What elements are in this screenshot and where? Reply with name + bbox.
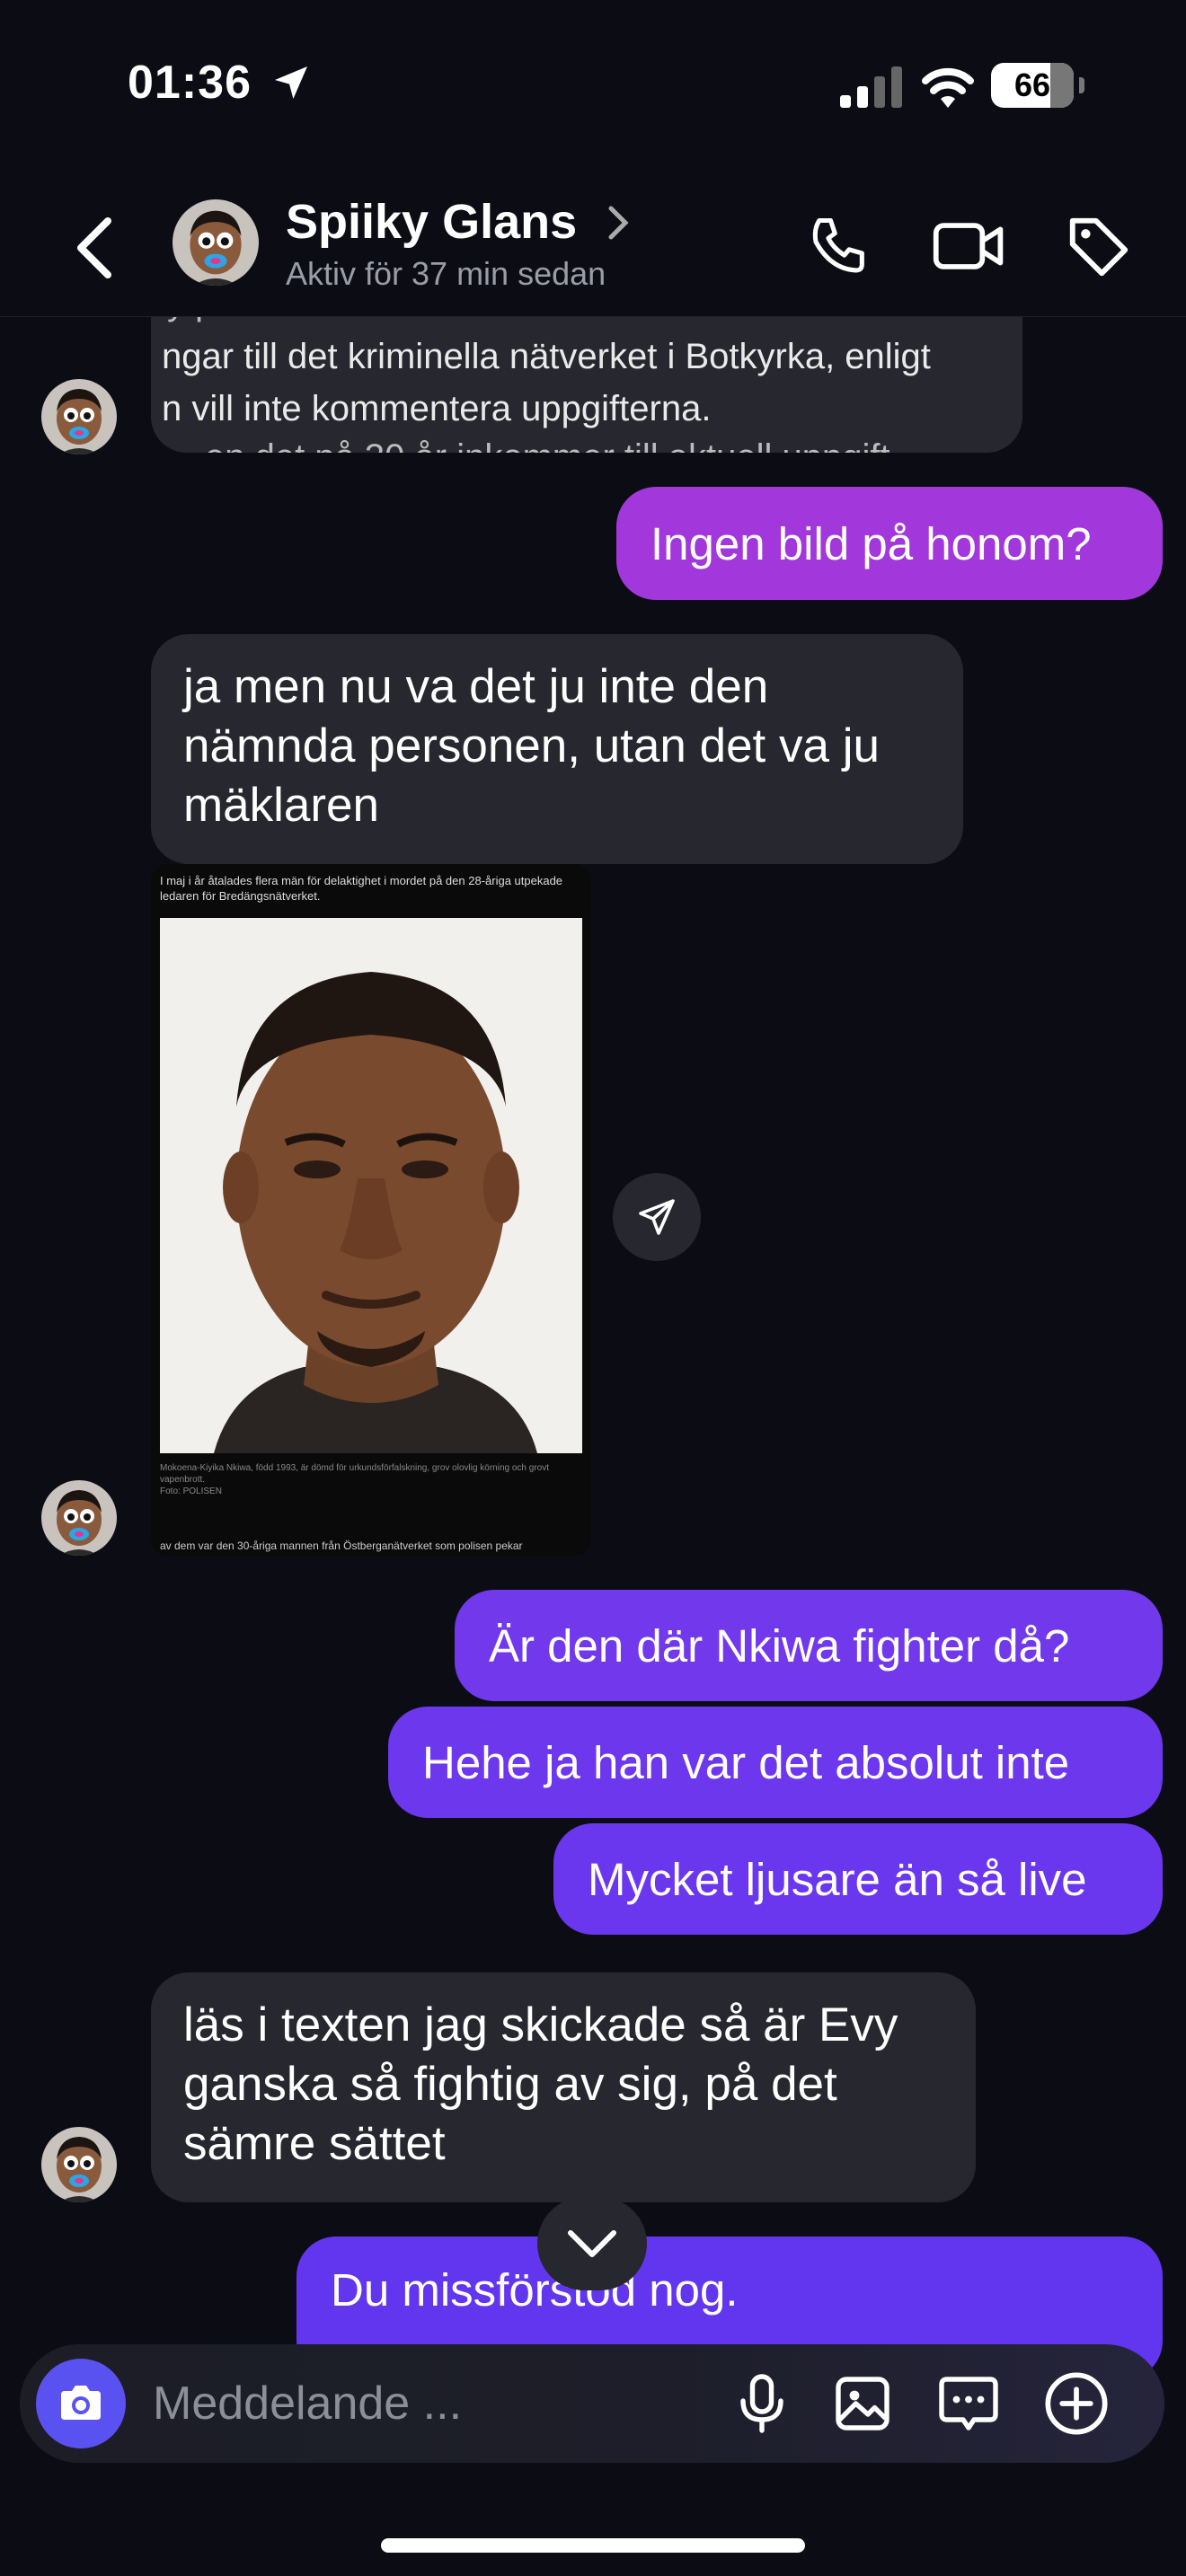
send-icon — [639, 1199, 675, 1235]
contact-avatar[interactable] — [173, 199, 259, 286]
microphone-icon[interactable] — [730, 2371, 794, 2436]
message-outgoing[interactable]: Mycket ljusare än så live — [553, 1823, 1163, 1935]
location-arrow-icon — [275, 66, 307, 99]
message-text: Är den där Nkiwa fighter då? — [489, 1619, 1070, 1672]
message-outgoing[interactable]: Är den där Nkiwa fighter då? — [455, 1590, 1163, 1701]
chevron-down-icon — [568, 2230, 616, 2257]
sender-avatar[interactable] — [41, 2127, 117, 2202]
gallery-icon[interactable] — [828, 2371, 897, 2436]
sender-avatar[interactable] — [41, 1480, 117, 1556]
message-outgoing[interactable]: Ingen bild på honom? — [616, 487, 1163, 600]
message-text: Hehe ja han var det absolut inte — [422, 1736, 1070, 1788]
article-line: n vill inte kommentera uppgifterna. — [162, 389, 712, 428]
wifi-icon — [922, 67, 974, 108]
scroll-to-bottom-button[interactable] — [537, 2197, 647, 2290]
message-text: Mycket ljusare än så live — [588, 1853, 1087, 1905]
message-text: ja men nu va det ju inte den nämnda pers… — [183, 660, 880, 832]
shared-article-preview[interactable]: y polisenstetebel ed ngar till det krimi… — [151, 316, 1022, 453]
article-line: ngar till det kriminella nätverket i Bot… — [162, 337, 931, 376]
message-text: Du missförstod nog. — [331, 2264, 739, 2316]
tag-icon[interactable] — [1064, 212, 1134, 282]
share-button[interactable] — [613, 1173, 701, 1261]
message-incoming[interactable]: ja men nu va det ju inte den nämnda pers… — [151, 634, 963, 864]
cellular-signal-icon — [840, 66, 902, 108]
portrait-photo — [160, 918, 582, 1453]
image-text: I maj i år åtalades flera män för delakt… — [160, 874, 563, 903]
status-time: 01:36 — [128, 57, 252, 109]
contact-name[interactable]: Spiiky Glans — [286, 194, 577, 250]
chat-header: Spiiky Glans Aktiv för 37 min sedan — [0, 162, 1186, 317]
message-text: Ingen bild på honom? — [651, 517, 1092, 569]
home-indicator — [381, 2538, 805, 2553]
message-composer: Meddelande ... — [20, 2344, 1164, 2463]
chevron-right-icon[interactable] — [607, 205, 629, 241]
phone-icon[interactable] — [805, 212, 873, 280]
article-line: y polisenstetebel ed — [167, 316, 485, 329]
video-call-icon[interactable] — [931, 214, 1008, 278]
contact-status: Aktiv för 37 min sedan — [286, 255, 606, 292]
camera-button[interactable] — [36, 2359, 126, 2448]
sender-avatar[interactable] — [41, 379, 117, 454]
sticker-chat-icon[interactable] — [934, 2371, 1003, 2436]
article-line: en det på 30 år inkommer till aktuell up… — [205, 431, 890, 453]
message-text: läs i texten jag skickade så är Evy gans… — [183, 1998, 898, 2170]
camera-icon — [61, 2386, 101, 2420]
message-input[interactable]: Meddelande ... — [153, 2377, 462, 2430]
message-outgoing[interactable]: Hehe ja han var det absolut inte — [388, 1707, 1163, 1818]
back-icon[interactable] — [72, 216, 115, 280]
add-icon[interactable] — [1042, 2369, 1111, 2438]
shared-image[interactable]: I maj i år åtalades flera män för delakt… — [151, 864, 591, 1556]
image-caption: Mokoena-Kiyika Nkiwa, född 1993, är dömd… — [160, 1463, 549, 1496]
message-incoming[interactable]: läs i texten jag skickade så är Evy gans… — [151, 1972, 976, 2202]
battery-indicator: 66 — [991, 63, 1084, 108]
image-text: av dem var den 30-åriga mannen från Östb… — [160, 1539, 523, 1552]
